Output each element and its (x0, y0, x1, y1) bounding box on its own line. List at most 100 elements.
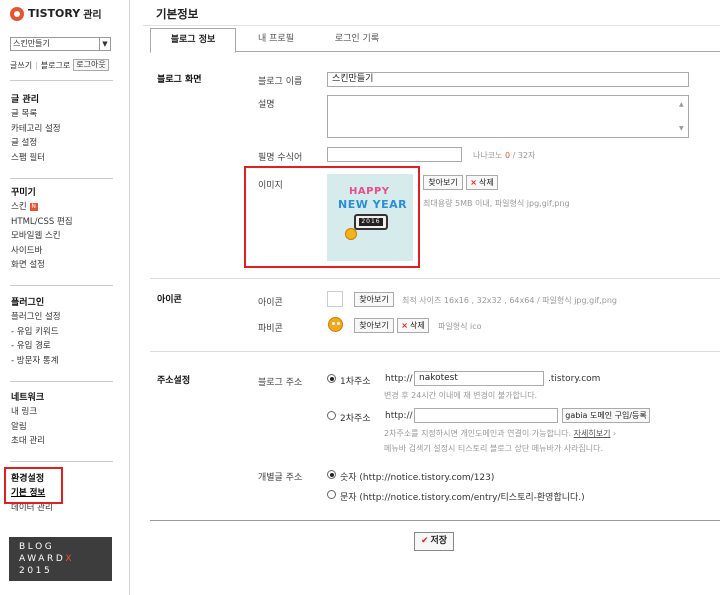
primary-domain: .tistory.com (548, 374, 601, 384)
icon-hint: 최적 사이즈 16x16 , 32x32 , 64x64 / 파일형식 jpg,… (402, 296, 617, 305)
save-button[interactable]: ✔ 저장 (414, 532, 454, 551)
blog-select[interactable]: 스킨만들기 ▼ (10, 37, 111, 51)
sidebar-item-screen-settings[interactable]: 화면 설정 (11, 258, 73, 273)
sidebar-group-title: 꾸미기 (11, 188, 36, 198)
sidebar-group-title: 플러그인 (11, 298, 45, 308)
sidebar-group-title: 글 관리 (11, 95, 39, 105)
post-address-number-label: 숫자 (http://notice.tistory.com/123) (340, 473, 495, 483)
sidebar-divider (10, 285, 113, 286)
close-icon: × (401, 321, 408, 330)
brand[interactable]: TISTORY 관리 (10, 6, 102, 21)
sidebar-item-invitations[interactable]: 초대 관리 (11, 434, 45, 449)
image-hint: 최대용량 5MB 이내, 파일형식 jpg,gif,png (423, 199, 570, 208)
icon-find-button[interactable]: 찾아보기 (354, 292, 394, 307)
sidebar-group-design: 꾸미기 스킨 N HTML/CSS 편집 모바일웹 스킨 사이드바 화면 설정 (11, 186, 73, 273)
favicon-delete-button[interactable]: × 삭제 (397, 318, 429, 333)
sidebar-item-skin[interactable]: 스킨 N (11, 200, 73, 215)
separator: | (35, 60, 38, 70)
nickname-suffix-label: 필명 수식어 (258, 153, 303, 163)
details-link[interactable]: 자세히보기 (574, 429, 611, 438)
header-divider (143, 25, 720, 26)
award-line-1: BLOG (19, 542, 55, 552)
sidebar-group-posts: 글 관리 글 목록 카테고리 설정 글 설정 스팸 필터 (11, 93, 61, 165)
sidebar-group-title: 네트워크 (11, 393, 45, 403)
tab-login-history[interactable]: 로그인 기록 (316, 28, 398, 52)
tab-blog-info[interactable]: 블로그 정보 (150, 28, 236, 53)
brand-suffix: 관리 (83, 10, 102, 21)
image-delete-button[interactable]: × 삭제 (466, 175, 498, 190)
primary-address-label: 1차주소 (340, 377, 371, 387)
sidebar-divider (10, 80, 113, 81)
tab-profile[interactable]: 내 프로필 (236, 28, 316, 52)
sidebar-item-sidebar[interactable]: 사이드바 (11, 244, 73, 259)
sidebar-divider (10, 178, 113, 179)
sidebar-item-post-settings[interactable]: 글 설정 (11, 136, 61, 151)
sidebar-divider (10, 461, 113, 462)
textarea-scrollbar[interactable] (678, 96, 688, 137)
tistory-logo-icon (10, 6, 24, 21)
description-textarea[interactable] (327, 95, 689, 138)
sidebar-divider (10, 381, 113, 382)
nickname-hint: 나나코노 0 / 32자 (473, 151, 536, 160)
nickname-suffix-input[interactable] (327, 147, 462, 162)
mini-links: 글쓰기 | 블로그로 로그아웃 (10, 59, 109, 71)
sidebar-item-post-list[interactable]: 글 목록 (11, 107, 61, 122)
chevron-right-icon: › (613, 429, 617, 438)
gabia-domain-button[interactable]: gabia 도메인 구입/등록 (562, 408, 650, 423)
brand-name: TISTORY (28, 7, 81, 20)
sidebar-item-spam-filter[interactable]: 스팸 필터 (11, 151, 61, 166)
sidebar-item-notifications[interactable]: 알림 (11, 420, 45, 435)
favicon-find-button[interactable]: 찾아보기 (354, 318, 394, 333)
page-title: 기본정보 (156, 7, 199, 21)
section-divider (150, 278, 720, 279)
footer-divider (150, 520, 720, 521)
post-address-number-radio[interactable] (327, 470, 336, 479)
blog-name-label: 블로그 이름 (258, 77, 303, 87)
secondary-address-radio[interactable] (327, 411, 336, 420)
sidebar-item-visitor-stats[interactable]: - 방문자 통계 (11, 354, 61, 369)
description-label: 설명 (258, 100, 275, 110)
sidebar-group-network: 네트워크 내 링크 알림 초대 관리 (11, 391, 45, 449)
primary-address-radio[interactable] (327, 374, 336, 383)
blog-name-input[interactable]: 스킨만들기 (327, 72, 689, 87)
post-address-text-label: 문자 (http://notice.tistory.com/entry/티스토리… (340, 493, 585, 503)
sidebar: TISTORY 관리 스킨만들기 ▼ 글쓰기 | 블로그로 로그아웃 글 관리 … (0, 0, 130, 595)
icon-preview (327, 291, 343, 307)
close-icon: × (470, 178, 477, 187)
sidebar-item-referrers[interactable]: - 유입 경로 (11, 339, 61, 354)
secondary-address-input[interactable] (414, 408, 558, 423)
favicon-label: 파비콘 (258, 324, 283, 334)
section-divider (150, 351, 720, 352)
logout-button[interactable]: 로그아웃 (73, 59, 109, 71)
sidebar-item-mobile-skin[interactable]: 모바일웹 스킨 (11, 229, 73, 244)
section-title-blog-screen: 블로그 화면 (157, 75, 202, 85)
image-find-button[interactable]: 찾아보기 (423, 175, 463, 190)
blog-address-label: 블로그 주소 (258, 378, 303, 388)
blog-award-banner[interactable]: BLOG AWARDX 2015 (9, 537, 112, 581)
sidebar-item-my-links[interactable]: 내 링크 (11, 405, 45, 420)
sidebar-item-category[interactable]: 카테고리 설정 (11, 122, 61, 137)
sidebar-item-keywords[interactable]: - 유입 키워드 (11, 325, 61, 340)
secondary-address-label: 2차주소 (340, 414, 371, 424)
primary-address-hint: 변경 후 24시간 이내에 재 변경이 불가합니다. (384, 391, 538, 400)
sidebar-group-plugins: 플러그인 플러그인 설정 - 유입 키워드 - 유입 경로 - 방문자 통계 (11, 296, 61, 368)
sidebar-item-plugin-settings[interactable]: 플러그인 설정 (11, 310, 61, 325)
check-icon: ✔ (420, 536, 429, 546)
post-address-label: 개별글 주소 (258, 473, 303, 483)
sidebar-item-label: 스킨 (11, 202, 27, 212)
tab-bar: 블로그 정보 내 프로필 로그인 기록 (150, 28, 720, 53)
write-link[interactable]: 글쓰기 (10, 60, 32, 71)
section-title-icon: 아이콘 (157, 295, 182, 305)
highlight-box-settings (4, 467, 63, 504)
primary-address-input[interactable]: nakotest (414, 371, 544, 386)
secondary-address-hint: 2차주소를 지정하시면 개인도메인과 연결이 가능합니다. 자세히보기 › (384, 429, 617, 438)
post-address-text-radio[interactable] (327, 490, 336, 499)
sidebar-item-html-css[interactable]: HTML/CSS 편집 (11, 215, 73, 230)
blog-link[interactable]: 블로그로 (41, 60, 70, 71)
http-prefix: http:// (385, 411, 413, 421)
new-badge: N (29, 202, 38, 211)
chevron-down-icon: ▼ (99, 38, 110, 50)
menubar-hint: 메뉴바 검색기 설정시 티스토리 블로그 상단 메뉴바가 사라집니다. (384, 444, 604, 453)
award-line-3: 2015 (19, 566, 53, 576)
section-title-address: 주소설정 (157, 376, 191, 386)
